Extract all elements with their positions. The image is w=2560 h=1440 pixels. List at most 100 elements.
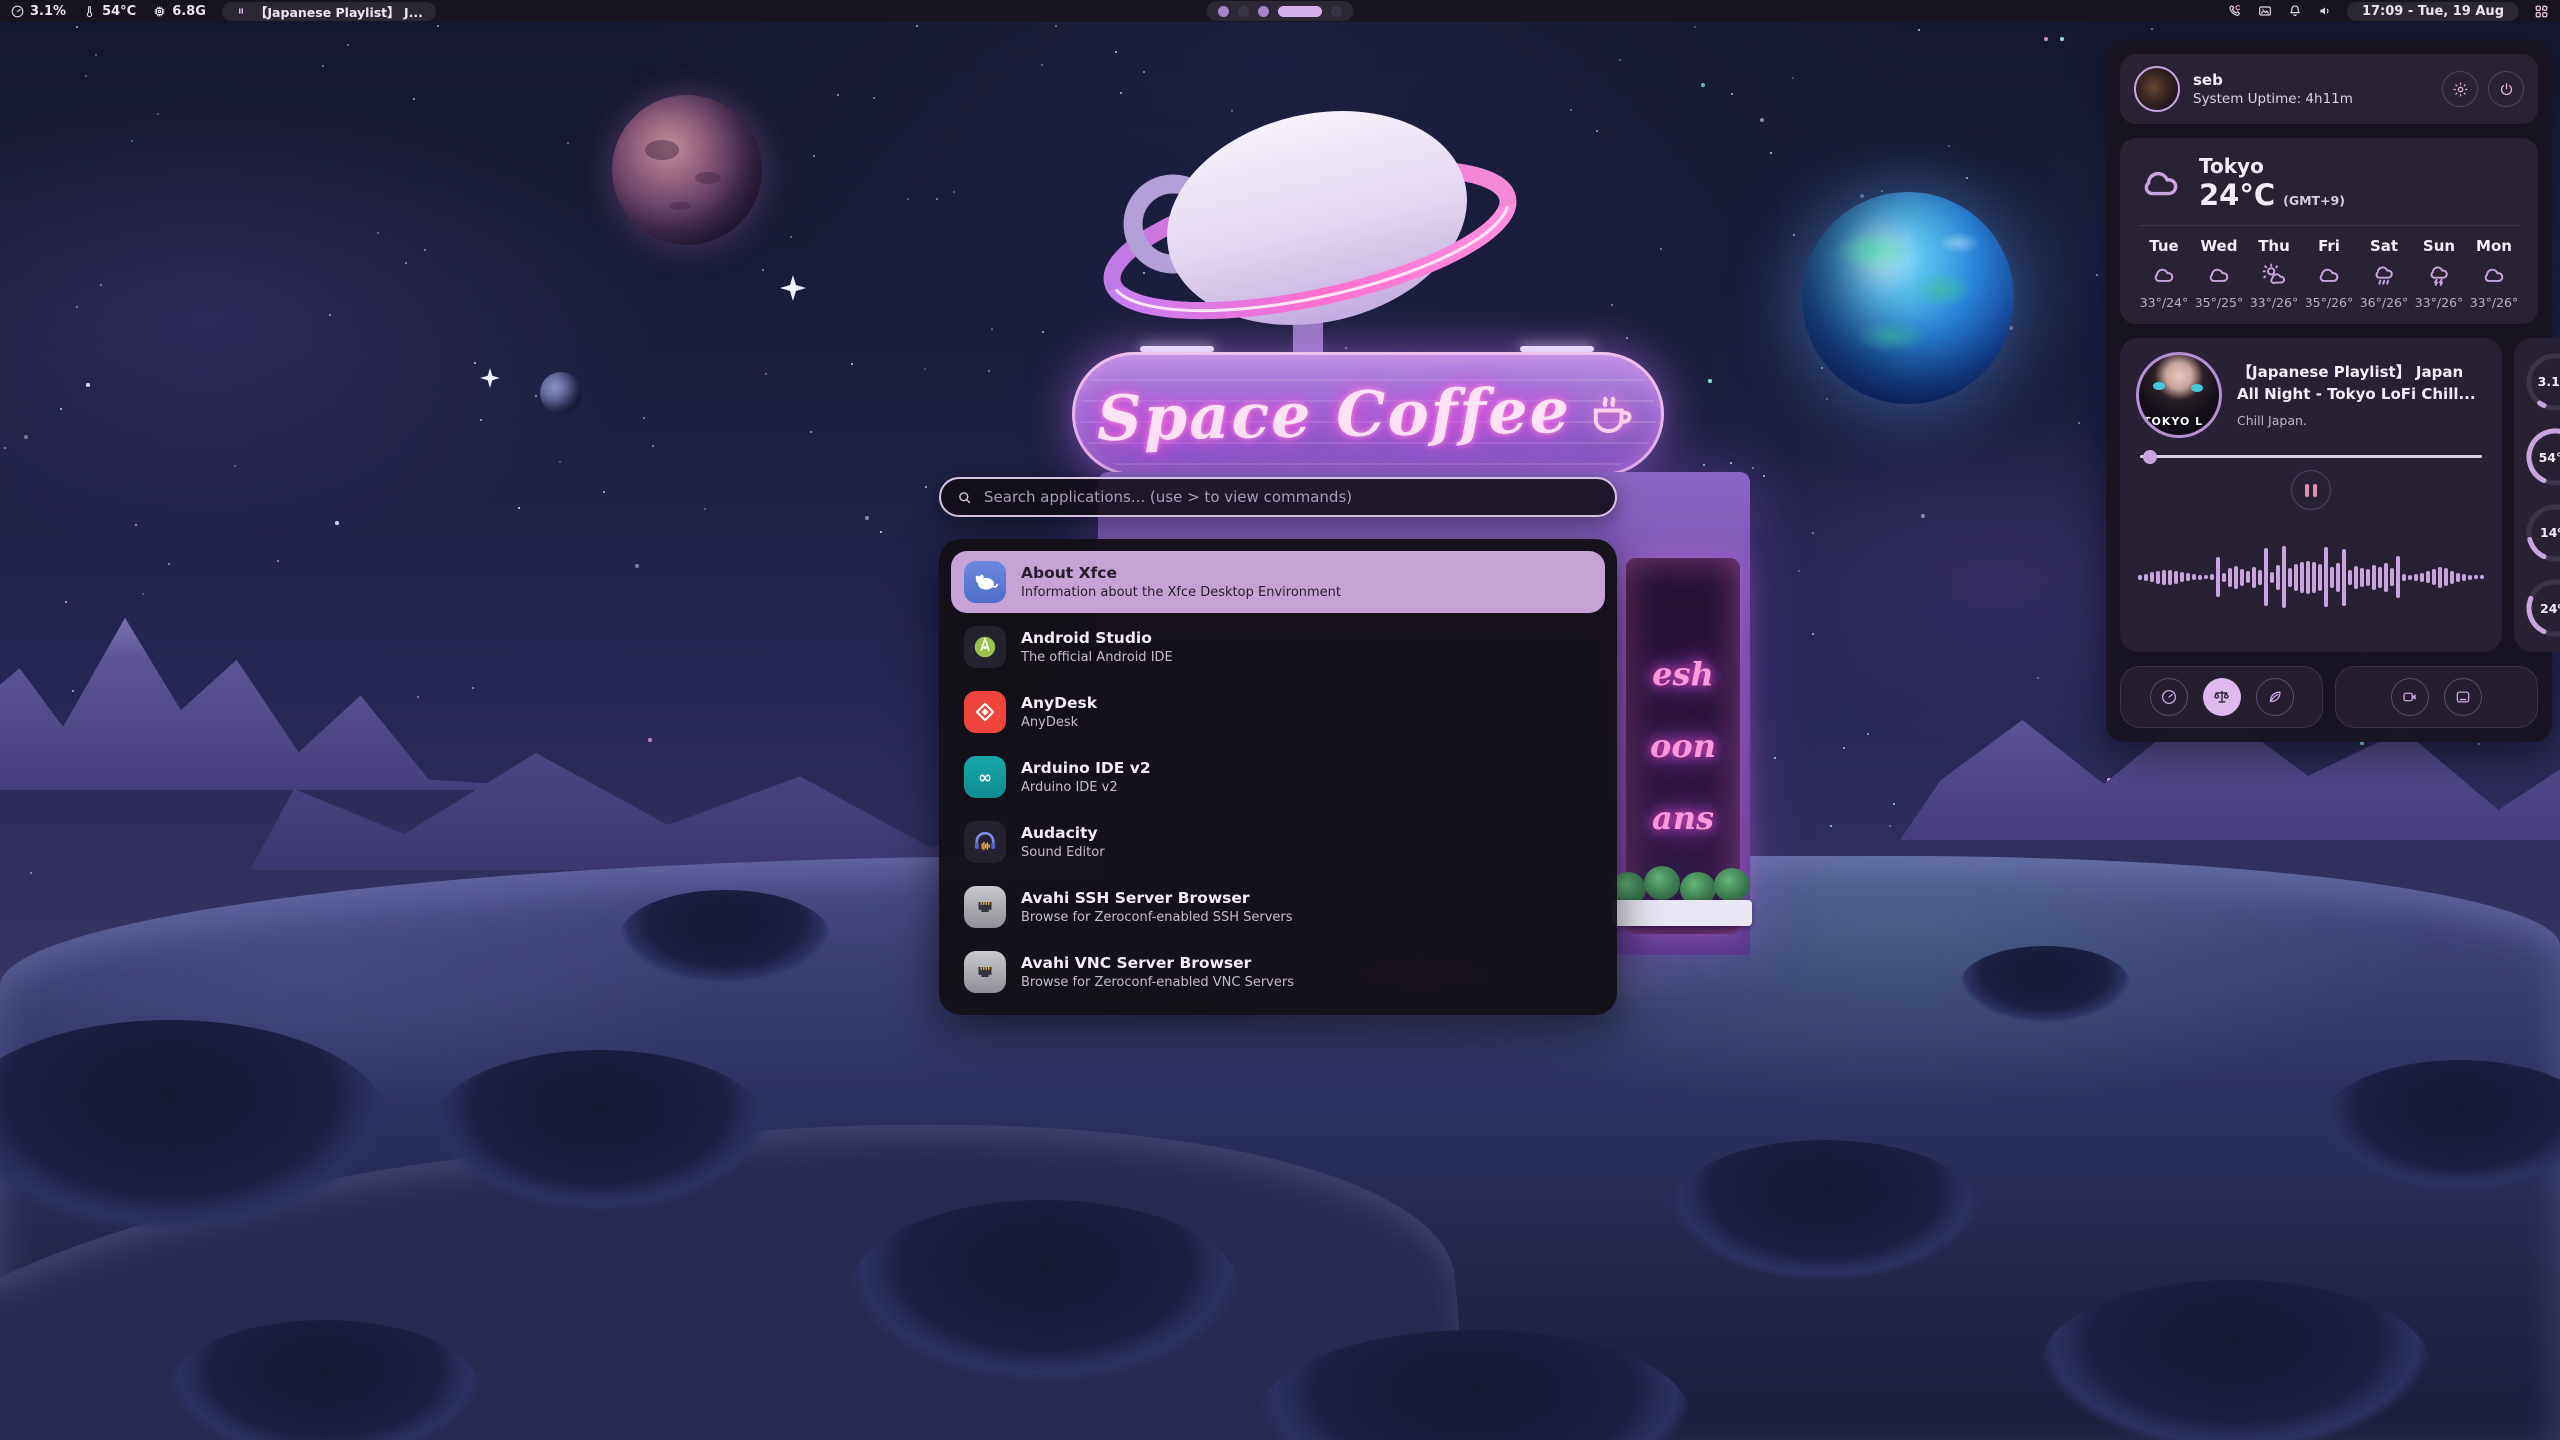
- app-list-item[interactable]: Avahi SSH Server BrowserBrowse for Zeroc…: [951, 876, 1605, 938]
- side-panel: seb System Uptime: 4h11m Tokyo 24°C (GMT…: [2106, 40, 2552, 742]
- power-profile-scales-button[interactable]: [2203, 678, 2241, 716]
- app-list-item[interactable]: AudacitySound Editor: [951, 811, 1605, 873]
- app-description: Arduino IDE v2: [1021, 780, 1151, 795]
- cloud-icon: [2316, 262, 2342, 288]
- search-bar[interactable]: [939, 477, 1617, 517]
- earth-icon: [1802, 192, 2014, 404]
- settings-button[interactable]: [2442, 71, 2478, 107]
- thermometer-icon: [82, 4, 97, 19]
- android-studio-icon: [964, 626, 1006, 668]
- app-list-item[interactable]: ∞Arduino IDE v2Arduino IDE v2: [951, 746, 1605, 808]
- avatar: [2134, 66, 2180, 112]
- forecast-day-label: Tue: [2149, 237, 2178, 255]
- weather-city: Tokyo: [2199, 154, 2345, 178]
- stat-value: 54°C: [102, 4, 136, 19]
- power-profile-speedometer-button[interactable]: [2150, 678, 2188, 716]
- screen-record-button[interactable]: [2444, 678, 2482, 716]
- seek-handle[interactable]: [2143, 450, 2157, 464]
- forecast-day-label: Mon: [2476, 237, 2512, 255]
- forecast-temps: 35°/26°: [2305, 295, 2354, 310]
- search-input[interactable]: [984, 488, 1600, 506]
- workspace-dot-4[interactable]: [1278, 6, 1322, 17]
- forecast-temps: 35°/25°: [2195, 295, 2244, 310]
- arduino-icon: ∞: [964, 756, 1006, 798]
- track-artist: Chill Japan.: [2237, 413, 2486, 428]
- window-neon-text: oon: [1650, 727, 1716, 765]
- space-coffee-sign: Space Coffee: [1072, 352, 1664, 476]
- app-list-item[interactable]: About XfceInformation about the Xfce Des…: [951, 551, 1605, 613]
- gauge-value: 54°C: [2523, 425, 2560, 489]
- gauge-disk: 24%: [2523, 576, 2560, 640]
- power-button[interactable]: [2488, 71, 2524, 107]
- bell-icon[interactable]: [2287, 3, 2303, 19]
- forecast-day-label: Sun: [2423, 237, 2455, 255]
- app-list-item[interactable]: Avahi VNC Server BrowserBrowse for Zeroc…: [951, 941, 1605, 1003]
- planter-box: [1612, 900, 1752, 926]
- sign-text: Space Coffee: [1096, 373, 1571, 454]
- phone-icon[interactable]: [2227, 3, 2243, 19]
- power-profile-leaf-button[interactable]: [2256, 678, 2294, 716]
- app-name: Avahi SSH Server Browser: [1021, 889, 1293, 907]
- workspace-dot-3[interactable]: [1258, 6, 1269, 17]
- stat-thermometer: 54°C: [82, 4, 136, 19]
- network-port-icon: [964, 886, 1006, 928]
- svg-text:∞: ∞: [978, 767, 992, 787]
- pause-icon: [235, 5, 247, 17]
- gauge-icon: [10, 4, 25, 19]
- user-card: seb System Uptime: 4h11m: [2120, 54, 2538, 124]
- forecast-day: Fri35°/26°: [2303, 237, 2355, 310]
- app-list: About XfceInformation about the Xfce Des…: [939, 539, 1617, 1015]
- gauge-thermometer: 54°C: [2523, 425, 2560, 489]
- forecast-temps: 36°/26°: [2360, 295, 2409, 310]
- apps-grid-icon[interactable]: [2533, 3, 2550, 20]
- power-icon: [2498, 81, 2515, 98]
- app-launcher: About XfceInformation about the Xfce Des…: [939, 477, 1617, 1015]
- user-actions: [2442, 71, 2524, 107]
- anydesk-icon: [964, 691, 1006, 733]
- xfce-mouse-icon: [964, 561, 1006, 603]
- gauge-value: 24%: [2523, 576, 2560, 640]
- gear-icon: [2452, 81, 2469, 98]
- plant: [1714, 868, 1750, 902]
- volume-icon[interactable]: [2317, 3, 2333, 19]
- search-icon: [956, 489, 973, 506]
- forecast-day: Mon 33°/26°: [2468, 237, 2520, 310]
- chip-icon: [152, 4, 167, 19]
- workspace-dot-5[interactable]: [1331, 6, 1342, 17]
- app-name: Avahi VNC Server Browser: [1021, 954, 1294, 972]
- seek-bar[interactable]: [2140, 455, 2482, 458]
- planet-icon: [612, 95, 762, 245]
- track-title: 【Japanese Playlist】 Japan All Night - To…: [2237, 362, 2486, 406]
- gauge-value: 14%: [2523, 501, 2560, 565]
- pause-button[interactable]: [2291, 470, 2331, 510]
- system-gauges: 3.1% 54°C 14% 24%: [2514, 338, 2560, 652]
- workspace-switcher[interactable]: [1207, 1, 1353, 21]
- forecast-temps: 33°/26°: [2470, 295, 2519, 310]
- workspace-dot-2[interactable]: [1238, 6, 1249, 17]
- username: seb: [2193, 71, 2353, 89]
- camera-button[interactable]: [2391, 678, 2429, 716]
- app-list-item[interactable]: Android StudioThe official Android IDE: [951, 616, 1605, 678]
- weather-forecast: Tue33°/24°Wed35°/25°Thu33°/26°Fri35°/26°…: [2138, 237, 2520, 310]
- stat-gauge: 3.1%: [10, 4, 66, 19]
- window-neon-text: ans: [1652, 799, 1714, 837]
- storm-rain-icon: [2426, 262, 2452, 288]
- workspace-dot-1[interactable]: [1218, 6, 1229, 17]
- app-description: AnyDesk: [1021, 715, 1097, 730]
- app-name: About Xfce: [1021, 564, 1341, 582]
- plant: [1644, 866, 1680, 900]
- now-playing-pill[interactable]: 【Japanese Playlist】 J...: [222, 2, 436, 21]
- app-list-item[interactable]: AnyDeskAnyDesk: [951, 681, 1605, 743]
- forecast-day: Wed35°/25°: [2193, 237, 2245, 310]
- forecast-day-label: Sat: [2370, 237, 2398, 255]
- cloud-icon: [2481, 262, 2507, 288]
- system-uptime: System Uptime: 4h11m: [2193, 91, 2353, 107]
- gauge-chip: 14%: [2523, 501, 2560, 565]
- cloud-icon: [2151, 262, 2177, 288]
- app-name: Android Studio: [1021, 629, 1173, 647]
- app-name: Audacity: [1021, 824, 1105, 842]
- gauge-value: 3.1%: [2523, 350, 2560, 414]
- top-bar: 3.1%54°C6.8G【Japanese Playlist】 J... 17:…: [0, 0, 2560, 22]
- clock[interactable]: 17:09 - Tue, 19 Aug: [2347, 2, 2519, 21]
- wallpaper-icon[interactable]: [2257, 3, 2273, 19]
